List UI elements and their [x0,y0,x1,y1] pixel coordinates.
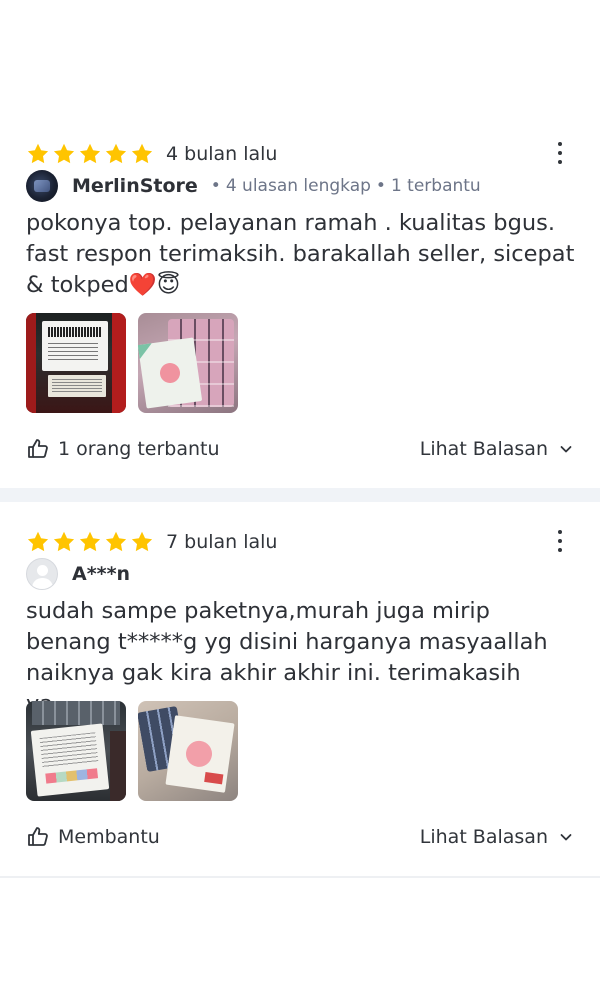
thumbs-up-icon [28,827,48,846]
review-photo[interactable] [26,701,126,801]
review-photo[interactable] [138,701,238,801]
separator-dot: • [210,176,221,196]
more-vertical-icon[interactable] [550,528,570,554]
star-icon [27,143,49,164]
helpful-button[interactable]: 1 orang terbantu [26,437,220,461]
avatar [26,558,58,590]
avatar[interactable] [26,170,58,202]
rating-row: 4 bulan lalu [26,140,277,168]
review-photo[interactable] [26,313,126,413]
helpful-label: Membantu [58,826,160,848]
star-icon [79,531,101,552]
review-time: 7 bulan lalu [166,531,278,553]
star-icon [131,143,153,164]
review-actions: Membantu Lihat Balasan [26,822,574,852]
star-icon [105,531,127,552]
section-divider [0,876,600,878]
star-rating [26,530,154,554]
review-images [26,701,238,801]
review-text: pokonya top. pelayanan ramah . kualitas … [26,210,575,298]
view-reply-label: Lihat Balasan [419,826,548,848]
star-icon [27,531,49,552]
reviewer-meta: • 4 ulasan lengkap • 1 terbantu [206,176,481,196]
reviewer-info: A***n [26,558,131,590]
reviewer-helpful-count: 1 terbantu [390,176,481,196]
thumbs-up-icon [28,439,48,458]
review-time: 4 bulan lalu [166,143,278,165]
review-photo[interactable] [138,313,238,413]
separator-dot: • [375,176,386,196]
star-rating [26,142,154,166]
chevron-down-icon [560,446,572,453]
reviewer-review-count: 4 ulasan lengkap [225,176,371,196]
section-divider [0,488,600,502]
rating-row: 7 bulan lalu [26,528,277,556]
star-icon [53,531,75,552]
reviewer-name[interactable]: MerlinStore [72,175,198,197]
review-images [26,313,238,413]
view-reply-label: Lihat Balasan [419,438,548,460]
reviewer-info: MerlinStore • 4 ulasan lengkap • 1 terbantu [26,170,481,202]
helpful-label: 1 orang terbantu [58,438,220,460]
reviewer-name: A***n [72,563,131,585]
view-reply-button[interactable]: Lihat Balasan [420,438,574,460]
star-icon [53,143,75,164]
star-icon [131,531,153,552]
view-reply-button[interactable]: Lihat Balasan [420,826,574,848]
star-icon [79,143,101,164]
helpful-button[interactable]: Membantu [26,825,160,849]
star-icon [105,143,127,164]
review-actions: 1 orang terbantu Lihat Balasan [26,434,574,464]
chevron-down-icon [560,834,572,841]
more-vertical-icon[interactable] [550,140,570,166]
